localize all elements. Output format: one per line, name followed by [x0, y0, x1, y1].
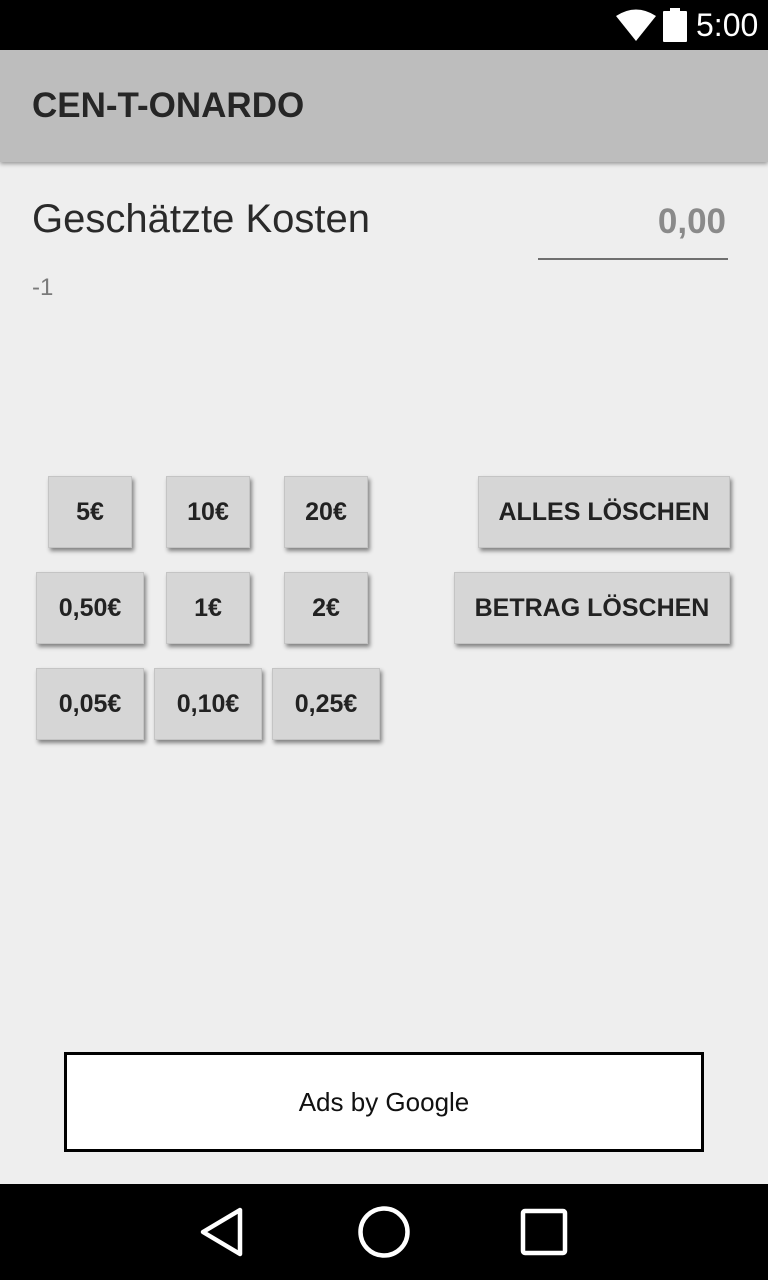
coin-10-button[interactable]: 10€: [166, 476, 250, 548]
cost-input[interactable]: 0,00: [538, 196, 728, 260]
coin-5-button[interactable]: 5€: [48, 476, 132, 548]
coin-20-button[interactable]: 20€: [284, 476, 368, 548]
clear-amount-button[interactable]: BETRAG LÖSCHEN: [454, 572, 730, 644]
ad-label: Ads by Google: [298, 1086, 470, 1117]
wifi-icon: [616, 9, 656, 41]
status-time: 5:00: [696, 7, 759, 43]
battery-icon: [663, 8, 687, 42]
cost-label: Geschätzte Kosten: [32, 197, 370, 241]
sub-value: -1: [32, 274, 54, 301]
coin-050-button[interactable]: 0,50€: [36, 572, 144, 644]
home-icon[interactable]: [357, 1205, 411, 1259]
coin-025-button[interactable]: 0,25€: [272, 668, 380, 740]
app-title: CEN-T-ONARDO: [32, 86, 305, 125]
coin-1-button[interactable]: 1€: [166, 572, 250, 644]
cost-value: 0,00: [657, 202, 726, 241]
screen: 5:00 CEN-T-ONARDO Geschätzte Kosten 0,00…: [0, 0, 768, 1280]
status-bar: 5:00: [0, 0, 768, 50]
ad-banner[interactable]: Ads by Google: [64, 1052, 704, 1152]
back-icon[interactable]: [198, 1206, 246, 1258]
coin-005-button[interactable]: 0,05€: [36, 668, 144, 740]
coin-2-button[interactable]: 2€: [284, 572, 368, 644]
clear-all-button[interactable]: ALLES LÖSCHEN: [478, 476, 730, 548]
coin-010-button[interactable]: 0,10€: [154, 668, 262, 740]
recents-icon[interactable]: [520, 1208, 568, 1256]
